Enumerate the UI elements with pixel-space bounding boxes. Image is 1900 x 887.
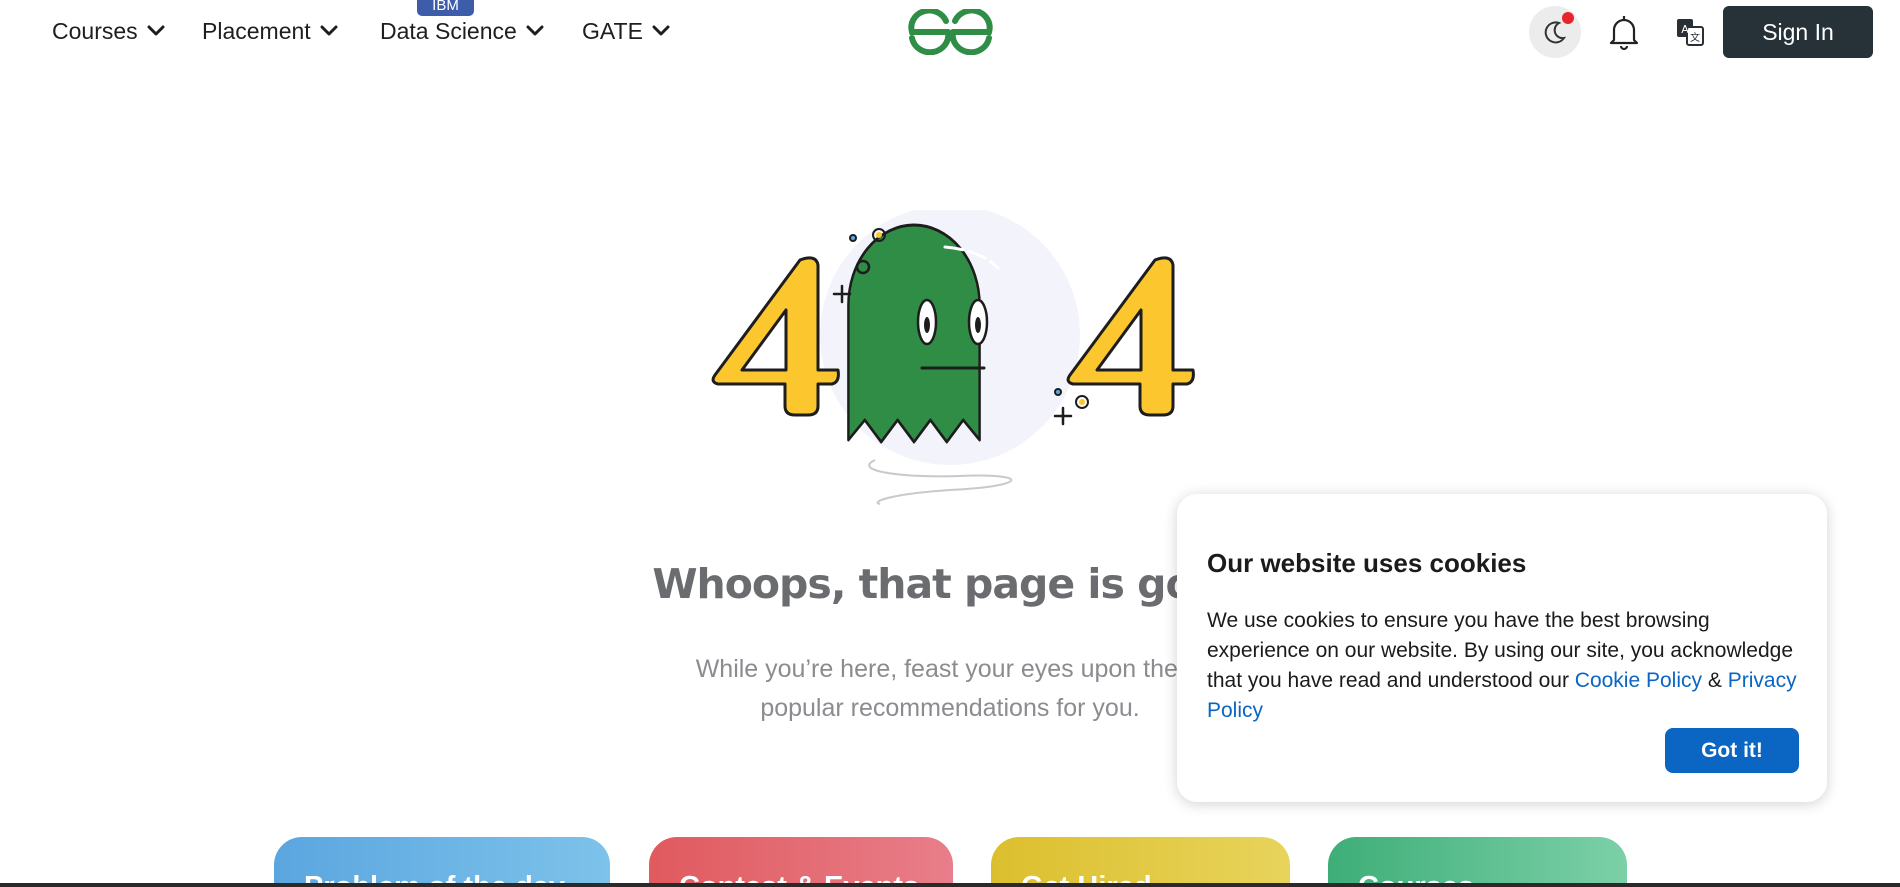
nav-courses[interactable]: Courses (52, 16, 165, 46)
recommendation-card-problem-of-the-day[interactable]: Problem of the day (274, 837, 610, 887)
geeksforgeeks-logo[interactable] (904, 9, 997, 55)
nav-placement-label: Placement (202, 17, 311, 44)
cookie-body-text: We use cookies to ensure you have the be… (1207, 609, 1794, 692)
cookie-body: We use cookies to ensure you have the be… (1207, 606, 1807, 726)
top-navigation: Courses Placement IBM Data Science GATE (0, 0, 1900, 66)
error-headline: Whoops, that page is gone (652, 560, 1248, 608)
nav-gate[interactable]: GATE (582, 16, 670, 46)
error-subtext: While you’re here, feast your eyes upon … (650, 650, 1250, 728)
error-subtext-line-1: While you’re here, feast your eyes upon … (695, 655, 1205, 683)
chevron-down-icon (652, 25, 670, 36)
dark-mode-toggle[interactable] (1529, 6, 1581, 58)
bell-icon[interactable] (1606, 12, 1642, 52)
cookie-title: Our website uses cookies (1207, 548, 1527, 578)
cookie-accept-button[interactable]: Got it! (1665, 728, 1799, 773)
cookie-policy-link[interactable]: Cookie Policy (1575, 669, 1702, 692)
translate-icon[interactable]: A 文 (1676, 18, 1704, 46)
window-bottom-edge (0, 883, 1900, 887)
svg-text:A: A (1681, 23, 1689, 36)
recommendation-card-contest-events[interactable]: Contest & Events (649, 837, 953, 887)
chevron-down-icon (526, 25, 544, 36)
nav-gate-label: GATE (582, 17, 643, 44)
error-subtext-line-2: popular recommendations for you. (760, 694, 1140, 722)
cookie-consent-dialog: Our website uses cookies We use cookies … (1177, 494, 1827, 802)
sign-in-button[interactable]: Sign In (1723, 6, 1873, 58)
nav-courses-label: Courses (52, 17, 138, 44)
404-ghost-illustration (711, 210, 1195, 505)
chevron-down-icon (147, 25, 165, 36)
recommendation-card-courses[interactable]: Courses (1328, 837, 1627, 887)
notification-dot (1562, 12, 1574, 24)
ibm-badge: IBM (417, 0, 474, 16)
svg-text:文: 文 (1690, 31, 1700, 44)
nav-data-science-label: Data Science (380, 17, 517, 44)
recommendation-card-get-hired[interactable]: Get Hired (991, 837, 1290, 887)
nav-data-science[interactable]: Data Science (380, 16, 544, 46)
cookie-ampersand: & (1707, 669, 1722, 692)
chevron-down-icon (320, 25, 338, 36)
nav-placement[interactable]: Placement (202, 16, 338, 46)
